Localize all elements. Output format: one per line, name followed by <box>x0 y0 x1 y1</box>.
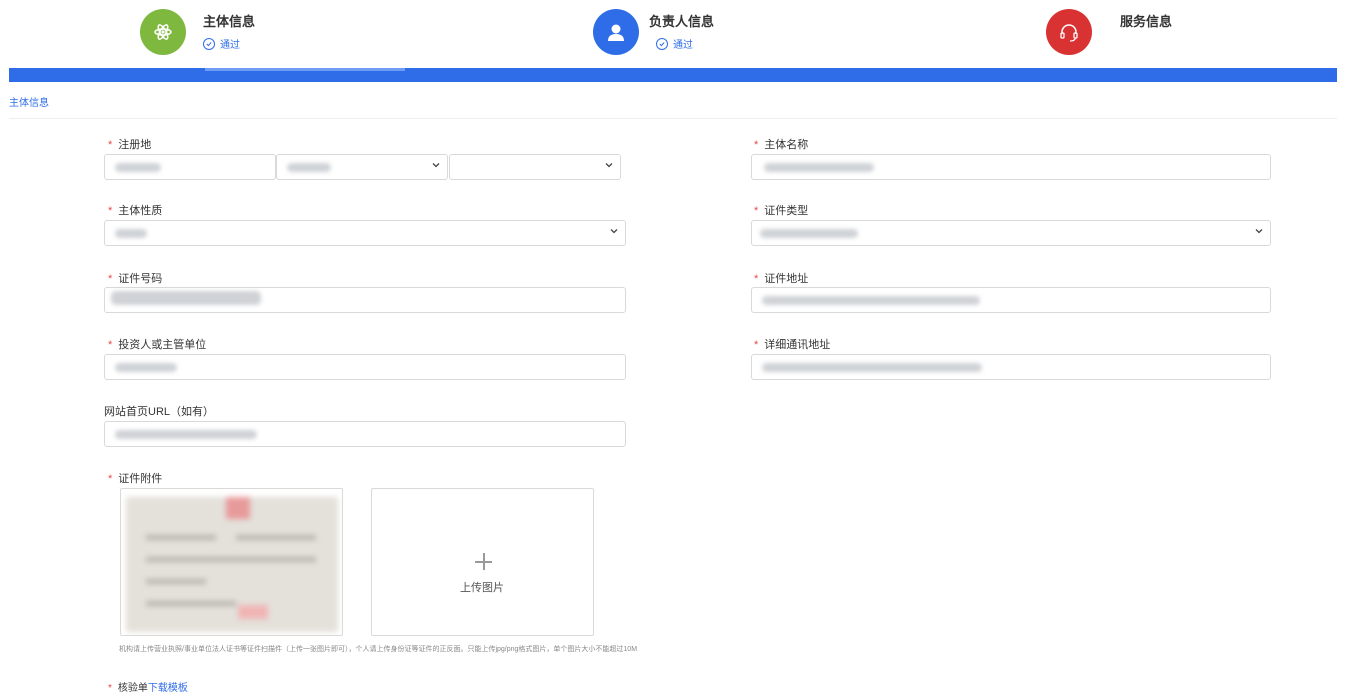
next-field-label: * 核验单下载模板 <box>108 683 188 694</box>
step-2-status-text: 通过 <box>673 40 693 51</box>
document-thumbnail <box>126 497 338 632</box>
check-circle-icon <box>656 37 668 50</box>
user-icon <box>608 24 624 41</box>
download-template-link[interactable]: 下载模板 <box>148 683 188 694</box>
progress-bar <box>9 68 1337 82</box>
chevron-down-icon <box>605 163 613 168</box>
progress-highlight <box>205 68 405 71</box>
cert-number-label: * 证件号码 <box>108 273 163 285</box>
cert-address-input[interactable] <box>751 287 1271 313</box>
step-2-status: 通过 <box>656 36 693 51</box>
registration-place-label: * 注册地 <box>108 139 152 151</box>
uploaded-image-preview[interactable] <box>120 488 343 636</box>
step-1-status-text: 通过 <box>220 40 240 51</box>
step-1-title: 主体信息 <box>203 14 256 29</box>
entity-nature-label: * 主体性质 <box>108 205 163 217</box>
upload-image-button[interactable]: 上传图片 <box>371 488 594 636</box>
contact-address-label: * 详细通讯地址 <box>754 339 831 351</box>
cert-number-input[interactable] <box>104 287 626 313</box>
attachment-label: * 证件附件 <box>108 473 163 485</box>
website-input[interactable] <box>104 421 626 447</box>
upload-label: 上传图片 <box>460 582 504 594</box>
headset-icon <box>1060 24 1078 42</box>
atom-icon <box>154 24 172 40</box>
upload-hint: 机构请上传营业执照/事业单位法人证书等证件扫描件（上传一张图片即可），个人请上传… <box>119 646 638 653</box>
province-select[interactable] <box>104 154 276 180</box>
entity-nature-select[interactable] <box>104 220 626 246</box>
cert-address-label: * 证件地址 <box>754 273 809 285</box>
step-2-title: 负责人信息 <box>649 14 715 29</box>
step-3-title: 服务信息 <box>1120 14 1173 29</box>
city-select[interactable] <box>276 154 448 180</box>
section-title: 主体信息 <box>9 98 49 109</box>
cert-type-label: * 证件类型 <box>754 205 809 217</box>
investor-input[interactable] <box>104 354 626 380</box>
entity-name-label: * 主体名称 <box>754 139 809 151</box>
step-2-icon-circle <box>593 9 639 55</box>
step-1-icon-circle <box>140 9 186 55</box>
chevron-down-icon <box>610 229 618 234</box>
chevron-down-icon <box>1255 229 1263 234</box>
chevron-down-icon <box>432 163 440 168</box>
website-label: 网站首页URL（如有） <box>104 406 215 418</box>
step-3-icon-circle <box>1046 9 1092 55</box>
required-mark: * <box>108 139 113 151</box>
step-1-status: 通过 <box>203 36 240 51</box>
section-divider <box>9 118 1337 119</box>
contact-address-input[interactable] <box>751 354 1271 380</box>
cert-type-select[interactable] <box>751 220 1271 246</box>
entity-name-input[interactable] <box>751 154 1271 180</box>
check-circle-icon <box>203 37 215 50</box>
investor-label: * 投资人或主管单位 <box>108 339 207 351</box>
district-select[interactable] <box>449 154 621 180</box>
